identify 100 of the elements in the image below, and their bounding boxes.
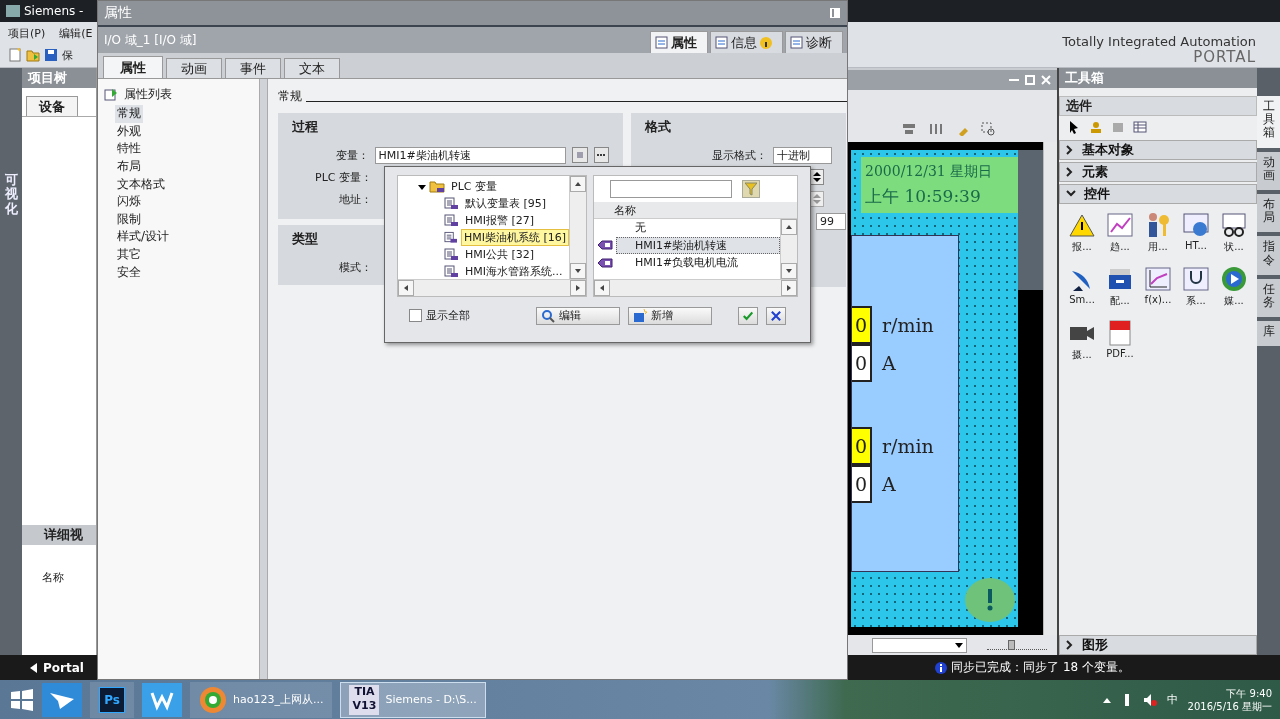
nav-item[interactable]: 其它 (115, 245, 143, 264)
tool-label[interactable]: 媒... (1224, 294, 1244, 308)
scrollbar[interactable] (398, 279, 586, 296)
tag-row[interactable]: HMI1#柴油机转速 (616, 236, 780, 254)
tab[interactable]: 设备 (26, 96, 78, 116)
nav-item[interactable]: 特性 (115, 140, 143, 158)
clock[interactable]: 下午 9:40 2016/5/16 星期一 (1187, 686, 1272, 713)
tree-item[interactable]: HMI报警 [27] (462, 212, 538, 229)
filter-field[interactable] (610, 180, 732, 198)
section-header[interactable]: 控件 (1059, 184, 1257, 204)
input-method-indicator[interactable]: 中 (1166, 692, 1178, 707)
menu-item[interactable]: 编辑(E (59, 25, 93, 41)
scrollbar[interactable] (594, 279, 797, 296)
nav-item[interactable]: 闪烁 (115, 192, 143, 211)
scrollbar[interactable] (780, 219, 797, 279)
tab[interactable]: 文本 (284, 58, 340, 78)
io-field[interactable]: 0 (852, 344, 872, 382)
panel-title: 选件 (1059, 96, 1257, 116)
checkbox[interactable] (409, 309, 422, 322)
slider-thumb[interactable] (1008, 640, 1016, 650)
taskbar-app[interactable]: Ps (90, 681, 134, 718)
tag-row[interactable]: HMI1#负载电机电流 (616, 254, 780, 272)
cancel-button[interactable] (766, 306, 786, 325)
save-label[interactable]: 保 (62, 47, 73, 63)
section-header[interactable]: 基本对象 (1059, 140, 1257, 160)
table-icon[interactable] (1133, 120, 1147, 134)
tab[interactable]: 事件 (225, 58, 281, 78)
nav-item[interactable]: 常规 (115, 105, 143, 123)
unit-label: A (882, 473, 896, 495)
tree-item[interactable]: HMI公共 [32] (462, 246, 538, 263)
io-field[interactable]: 0 (852, 427, 872, 465)
save-icon[interactable] (44, 48, 58, 62)
portal-view-link[interactable]: Portal (43, 660, 84, 675)
close-icon (1041, 75, 1051, 85)
tool-label[interactable]: Sm... (1069, 294, 1095, 305)
nav-item[interactable]: 安全 (115, 263, 143, 281)
filter-button[interactable] (742, 180, 760, 198)
tree-item[interactable]: PLC 变量 (448, 178, 500, 195)
side-tab[interactable]: 工具箱 (1257, 96, 1280, 148)
tab[interactable]: 信息 (710, 31, 783, 53)
browse-button[interactable] (593, 147, 609, 163)
tool-label[interactable]: 摄... (1072, 348, 1092, 362)
alarm-indicator[interactable] (965, 577, 1015, 622)
confirm-button[interactable] (738, 306, 758, 325)
tool-label[interactable]: 报... (1072, 240, 1092, 254)
speaker-muted-icon (1142, 692, 1157, 707)
io-field[interactable]: 0 (852, 465, 872, 503)
tree-item[interactable]: HMI柴油机系统 [16] (460, 229, 569, 246)
nav-item[interactable]: 文本格式 (115, 175, 167, 193)
side-tab[interactable]: 任务 (1257, 278, 1280, 318)
panel-title: 项目树 (22, 68, 96, 88)
checkbox-label: 显示全部 (426, 308, 470, 323)
side-tab[interactable]: 库 (1257, 321, 1280, 347)
scrollbar[interactable] (569, 176, 586, 279)
nav-item[interactable]: 样式/设计 (115, 228, 172, 246)
w-logo-icon[interactable] (142, 682, 182, 717)
tag-row[interactable]: 无 (616, 219, 780, 237)
side-tab[interactable]: 动画 (1257, 151, 1280, 190)
io-field[interactable]: 0 (852, 306, 872, 344)
add-button[interactable]: 新增 (628, 306, 712, 325)
tool-label[interactable]: HT... (1185, 240, 1207, 251)
side-tab[interactable]: 布局 (1257, 193, 1280, 233)
tree-item[interactable]: HMI海水管路系统... (462, 263, 566, 279)
nav-item[interactable]: 外观 (115, 122, 143, 141)
tree-item[interactable]: 默认变量表 [95] (462, 195, 550, 212)
ellipsis-icon (596, 153, 607, 157)
tool-label[interactable]: f(x)... (1144, 294, 1172, 305)
pin-icon[interactable] (829, 7, 841, 19)
nav-item[interactable]: 限制 (115, 210, 143, 229)
windows-logo-icon[interactable] (10, 687, 34, 712)
tab[interactable]: 属性 (650, 31, 708, 53)
drawer-icon (1107, 266, 1133, 292)
menu-item[interactable]: 项目(P) (8, 25, 46, 41)
edit-button[interactable]: 编辑 (536, 306, 620, 325)
zoom-area-icon[interactable] (981, 122, 997, 136)
tool-label[interactable]: 系... (1186, 294, 1206, 308)
tab[interactable]: 属性 (103, 56, 163, 78)
info-list-icon (715, 36, 728, 49)
funnel-icon (745, 182, 757, 196)
field-label: 地址： (338, 191, 372, 207)
tool-label[interactable]: 趋... (1110, 240, 1130, 254)
caret-down-icon[interactable] (418, 182, 426, 191)
list-button[interactable] (572, 147, 588, 163)
tool-label[interactable]: 用... (1148, 240, 1168, 254)
section-header[interactable]: 元素 (1059, 162, 1257, 182)
zoom-slider[interactable] (987, 640, 1047, 650)
input-field[interactable]: 十进制 (773, 146, 832, 164)
zoom-dropdown[interactable] (872, 637, 967, 653)
tool-label[interactable]: 配... (1110, 294, 1130, 308)
new-project-icon[interactable] (8, 48, 22, 62)
section-header[interactable]: 图形 (1059, 635, 1257, 655)
stamp-icon[interactable] (1089, 120, 1103, 134)
nav-item[interactable]: 布局 (115, 157, 143, 176)
tab[interactable]: 诊断 (785, 31, 843, 53)
side-tab[interactable]: 指令 (1257, 236, 1280, 275)
tab[interactable]: 动画 (166, 58, 222, 78)
tool-label[interactable]: PDF... (1106, 348, 1134, 359)
tool-label[interactable]: 状... (1224, 240, 1244, 254)
input-field[interactable]: 99 (816, 212, 846, 230)
input-field[interactable]: HMI1#柴油机转速 (374, 146, 567, 164)
